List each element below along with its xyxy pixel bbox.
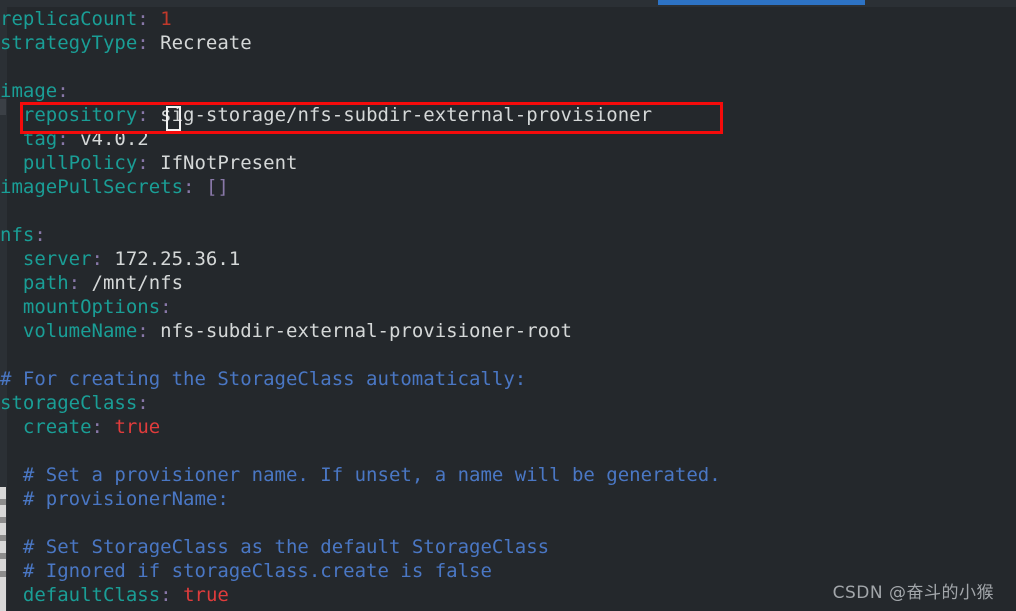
- code-line[interactable]: path: /mnt/nfs: [0, 271, 1016, 295]
- window-top-chrome: [0, 0, 1016, 7]
- code-token-val: /mnt/nfs: [80, 272, 184, 294]
- code-token-punct: :: [137, 8, 149, 30]
- code-token-val: v4.0.2: [68, 128, 149, 150]
- code-line[interactable]: replicaCount: 1: [0, 7, 1016, 31]
- code-token-punct: :: [137, 104, 149, 126]
- code-token-key: imagePullSecrets: [0, 176, 184, 198]
- code-token-comment: # Ignored if storageClass.create is fals…: [22, 560, 492, 582]
- code-token-key: path: [22, 272, 69, 294]
- code-line[interactable]: # For creating the StorageClass automati…: [0, 367, 1016, 391]
- code-token-punct: :: [91, 416, 103, 438]
- code-line[interactable]: [0, 511, 1016, 535]
- code-token-val: IfNotPresent: [148, 152, 298, 174]
- text-cursor-block: [166, 106, 181, 131]
- code-token-comment: # provisionerName:: [22, 488, 229, 510]
- code-token-bracket: []: [205, 176, 229, 198]
- code-token-val: [149, 8, 160, 30]
- code-token-key: tag: [22, 128, 58, 150]
- code-token-punct: :: [137, 32, 149, 54]
- code-token-punct: :: [137, 320, 149, 342]
- code-token-punct: :: [91, 248, 103, 270]
- csdn-watermark: CSDN @奋斗的小猴: [832, 583, 994, 603]
- code-token-punct: :: [137, 152, 149, 174]
- code-token-key: server: [22, 248, 92, 270]
- code-token-bool: true: [114, 416, 161, 438]
- code-line[interactable]: create: true: [0, 415, 1016, 439]
- code-token-punct: :: [160, 584, 172, 606]
- code-line[interactable]: [0, 439, 1016, 463]
- active-tab-indicator[interactable]: [658, 0, 865, 5]
- code-token-key: image: [0, 80, 58, 102]
- code-token-val: Recreate: [148, 32, 252, 54]
- code-line[interactable]: server: 172.25.36.1: [0, 247, 1016, 271]
- code-token-val: [103, 416, 114, 438]
- code-token-punct: :: [137, 392, 149, 414]
- code-token-comment: # Set a provisioner name. If unset, a na…: [22, 464, 721, 486]
- code-line[interactable]: strategyType: Recreate: [0, 31, 1016, 55]
- terminal-editor-window: replicaCount: 1 strategyType: Recreate ima…: [0, 0, 1016, 611]
- code-token-key: create: [22, 416, 92, 438]
- code-token-punct: :: [68, 272, 81, 294]
- code-line[interactable]: # provisionerName:: [0, 487, 1016, 511]
- code-token-val: [172, 584, 183, 606]
- code-line[interactable]: mountOptions:: [0, 295, 1016, 319]
- code-token-val: sig-storage/nfs-subdir-external-provisio…: [148, 104, 653, 126]
- code-token-key: mountOptions: [22, 296, 161, 318]
- code-token-punct: :: [34, 224, 46, 246]
- code-token-punct: :: [183, 176, 195, 198]
- code-line[interactable]: image:: [0, 79, 1016, 103]
- code-line[interactable]: storageClass:: [0, 391, 1016, 415]
- code-token-punct: :: [57, 128, 69, 150]
- code-token-comment: # For creating the StorageClass automati…: [0, 368, 527, 390]
- code-token-punct: :: [57, 80, 69, 102]
- code-line[interactable]: [0, 199, 1016, 223]
- code-token-val: 172.25.36.1: [102, 248, 241, 270]
- code-line[interactable]: repository: sig-storage/nfs-subdir-exter…: [0, 103, 1016, 127]
- code-token-key: nfs: [0, 224, 35, 246]
- code-token-key: volumeName: [22, 320, 138, 342]
- code-token-key: pullPolicy: [22, 152, 138, 174]
- yaml-code-area[interactable]: replicaCount: 1 strategyType: Recreate ima…: [0, 7, 1016, 611]
- code-line[interactable]: # Set a provisioner name. If unset, a na…: [0, 463, 1016, 487]
- code-line[interactable]: # Set StorageClass as the default Storag…: [0, 535, 1016, 559]
- code-line[interactable]: tag: v4.0.2: [0, 127, 1016, 151]
- code-token-comment: # Set StorageClass as the default Storag…: [22, 536, 550, 558]
- code-line[interactable]: nfs:: [0, 223, 1016, 247]
- code-token-val: [194, 176, 205, 198]
- code-token-key: strategyType: [0, 32, 138, 54]
- code-line[interactable]: [0, 343, 1016, 367]
- code-line[interactable]: volumeName: nfs-subdir-external-provisio…: [0, 319, 1016, 343]
- code-line[interactable]: [0, 55, 1016, 79]
- code-line[interactable]: pullPolicy: IfNotPresent: [0, 151, 1016, 175]
- code-token-key: replicaCount: [0, 8, 138, 30]
- code-line[interactable]: imagePullSecrets: []: [0, 175, 1016, 199]
- code-token-key: storageClass: [0, 392, 138, 414]
- code-token-key: defaultClass: [22, 584, 161, 606]
- code-token-key: repository: [22, 104, 138, 126]
- code-token-val: nfs-subdir-external-provisioner-root: [148, 320, 572, 342]
- code-token-bool: true: [183, 584, 229, 606]
- code-token-num: 1: [160, 8, 172, 30]
- code-token-punct: :: [160, 296, 172, 318]
